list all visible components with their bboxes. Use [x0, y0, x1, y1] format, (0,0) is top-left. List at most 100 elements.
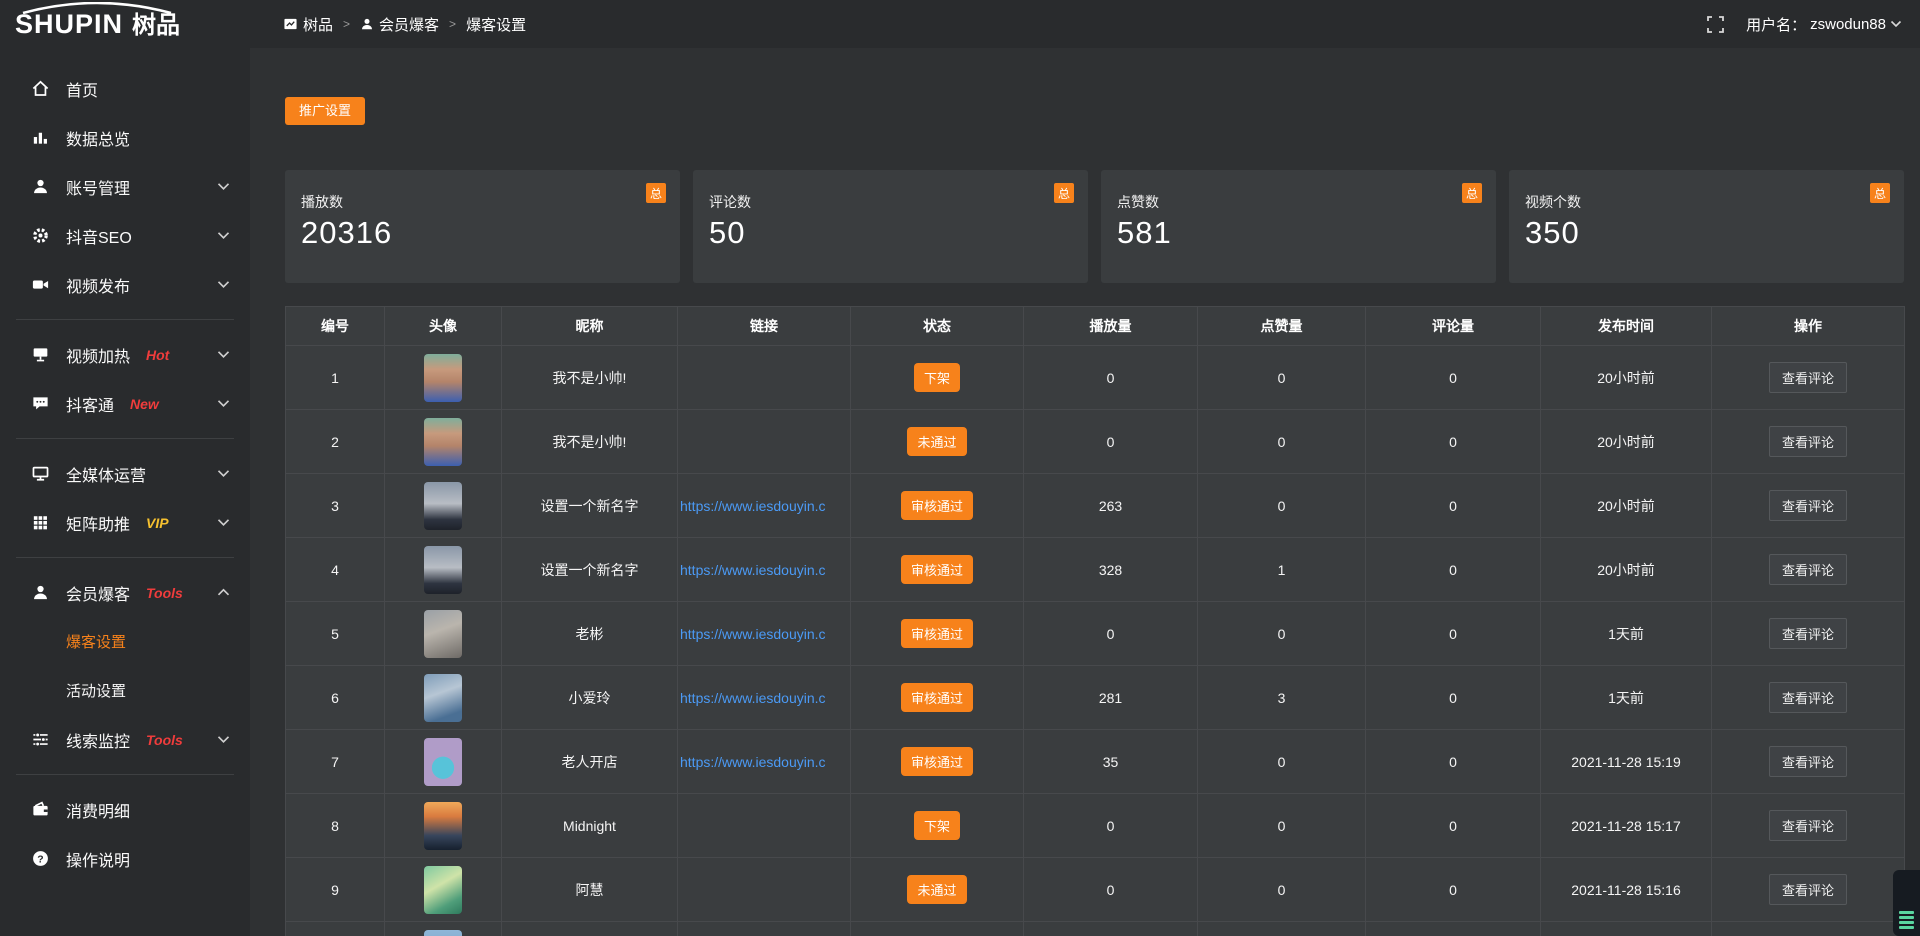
column-header-编号: 编号 [286, 307, 385, 346]
sidebar-item-label: 消费明细 [66, 798, 130, 822]
sidebar: 首页数据总览账号管理抖音SEO视频发布视频加热Hot抖客通New 全媒体运营矩阵助… [0, 48, 250, 936]
video-link[interactable]: https://www.iesdouyin.c [680, 690, 826, 706]
video-link[interactable]: https://www.iesdouyin.c [680, 498, 826, 514]
cell-avatar [385, 410, 502, 474]
status-badge[interactable]: 未通过 [907, 427, 966, 456]
breadcrumb-item[interactable]: 树品 [283, 14, 333, 35]
cell-link [678, 922, 851, 936]
breadcrumb-item[interactable]: 会员爆客 [360, 14, 439, 35]
sidebar-item-消费明细[interactable]: 消费明细 [0, 785, 250, 834]
cell-action: 查看评论 [1712, 794, 1905, 858]
cell-likes [1198, 922, 1366, 936]
cell-link [678, 858, 851, 922]
cell-nickname: 阿慧 [502, 858, 678, 922]
stat-value: 50 [709, 215, 1072, 251]
status-badge[interactable]: 审核通过 [901, 555, 973, 584]
status-badge[interactable]: 下架 [914, 363, 960, 392]
view-comments-button[interactable]: 查看评论 [1769, 618, 1847, 649]
chevron-down-icon [1890, 20, 1902, 28]
video-link[interactable]: https://www.iesdouyin.c [680, 562, 826, 578]
sidebar-subitem-活动设置[interactable]: 活动设置 [0, 666, 250, 715]
svg-text:?: ? [37, 854, 43, 865]
chevron-down-icon [217, 350, 230, 359]
cell-avatar [385, 858, 502, 922]
video-link[interactable]: https://www.iesdouyin.c [680, 626, 826, 642]
avatar [424, 802, 462, 850]
cell-id: 6 [286, 666, 385, 730]
floating-widget[interactable] [1893, 870, 1920, 936]
sidebar-item-抖音SEO[interactable]: 抖音SEO [0, 211, 250, 260]
sidebar-subitem-爆客设置[interactable]: 爆客设置 [0, 617, 250, 666]
cell-status: 未通过 [851, 858, 1024, 922]
cell-comments: 0 [1366, 474, 1541, 538]
table-row: 7老人开店https://www.iesdouyin.c审核通过35002021… [286, 730, 1905, 794]
status-badge[interactable]: 审核通过 [901, 619, 973, 648]
cell-comments: 0 [1366, 858, 1541, 922]
stat-label: 评论数 [709, 192, 1072, 212]
status-badge[interactable]: 下架 [914, 811, 960, 840]
avatar [424, 674, 462, 722]
cell-id: 2 [286, 410, 385, 474]
cell-likes: 0 [1198, 730, 1366, 794]
promo-settings-button[interactable]: 推广设置 [285, 97, 365, 125]
cell-action: 查看评论 [1712, 858, 1905, 922]
cell-plays: 0 [1024, 794, 1198, 858]
cell-link: https://www.iesdouyin.c [678, 666, 851, 730]
breadcrumb-label: 会员爆客 [379, 14, 439, 35]
view-comments-button[interactable]: 查看评论 [1769, 746, 1847, 777]
status-badge[interactable]: 审核通过 [901, 683, 973, 712]
fullscreen-icon[interactable] [1707, 16, 1724, 33]
sidebar-item-抖客通[interactable]: 抖客通New [0, 379, 250, 428]
video-table: 编号头像昵称链接状态播放量点赞量评论量发布时间操作 1我不是小帅!下架00020… [285, 306, 1905, 936]
status-badge[interactable]: 审核通过 [901, 491, 973, 520]
sidebar-item-label: 抖客通 [66, 392, 114, 416]
sidebar-item-线索监控[interactable]: 线索监控Tools [0, 715, 250, 764]
table-row: 9阿慧未通过0002021-11-28 15:16查看评论 [286, 858, 1905, 922]
cell-nickname: 我不是小帅! [502, 410, 678, 474]
view-comments-button[interactable]: 查看评论 [1769, 490, 1847, 521]
view-comments-button[interactable]: 查看评论 [1769, 362, 1847, 393]
status-badge[interactable]: 审核通过 [901, 747, 973, 776]
heat-icon [30, 345, 50, 364]
sidebar-item-会员爆客[interactable]: 会员爆客Tools [0, 568, 250, 617]
table-row: 4设置一个新名字https://www.iesdouyin.c审核通过32810… [286, 538, 1905, 602]
cell-link [678, 794, 851, 858]
sidebar-item-操作说明[interactable]: ?操作说明 [0, 834, 250, 883]
view-comments-button[interactable]: 查看评论 [1769, 810, 1847, 841]
top-bar: SHUPIN 树品 树品>会员爆客>爆客设置 用户名：zswodun88 [0, 0, 1920, 48]
view-comments-button[interactable]: 查看评论 [1769, 682, 1847, 713]
breadcrumb-label: 树品 [303, 14, 333, 35]
user-menu[interactable]: 用户名：zswodun88 [1746, 14, 1902, 35]
sidebar-item-视频加热[interactable]: 视频加热Hot [0, 330, 250, 379]
sidebar-divider [16, 438, 234, 439]
video-link[interactable]: https://www.iesdouyin.c [680, 754, 826, 770]
cell-nickname: 我不是小帅! [502, 346, 678, 410]
stat-value: 350 [1525, 215, 1888, 251]
view-comments-button[interactable]: 查看评论 [1769, 426, 1847, 457]
cell-time: 1天前 [1541, 666, 1712, 730]
cell-likes: 0 [1198, 474, 1366, 538]
avatar [424, 866, 462, 914]
avatar [424, 610, 462, 658]
sidebar-item-数据总览[interactable]: 数据总览 [0, 113, 250, 162]
view-comments-button[interactable]: 查看评论 [1769, 874, 1847, 905]
cell-comments: 0 [1366, 602, 1541, 666]
sidebar-item-首页[interactable]: 首页 [0, 64, 250, 113]
cell-id: 7 [286, 730, 385, 794]
cell-comments: 0 [1366, 538, 1541, 602]
chevron-down-icon [217, 735, 230, 744]
sidebar-item-账号管理[interactable]: 账号管理 [0, 162, 250, 211]
sidebar-item-矩阵助推[interactable]: 矩阵助推VIP [0, 498, 250, 547]
status-badge[interactable]: 未通过 [907, 875, 966, 904]
cell-action [1712, 922, 1905, 936]
cell-comments: 0 [1366, 410, 1541, 474]
view-comments-button[interactable]: 查看评论 [1769, 554, 1847, 585]
sidebar-item-全媒体运营[interactable]: 全媒体运营 [0, 449, 250, 498]
column-header-操作: 操作 [1712, 307, 1905, 346]
cell-avatar [385, 922, 502, 936]
sidebar-item-label: 账号管理 [66, 175, 130, 199]
sidebar-item-视频发布[interactable]: 视频发布 [0, 260, 250, 309]
chevron-down-icon [217, 399, 230, 408]
cell-plays: 0 [1024, 858, 1198, 922]
column-header-点赞量: 点赞量 [1198, 307, 1366, 346]
